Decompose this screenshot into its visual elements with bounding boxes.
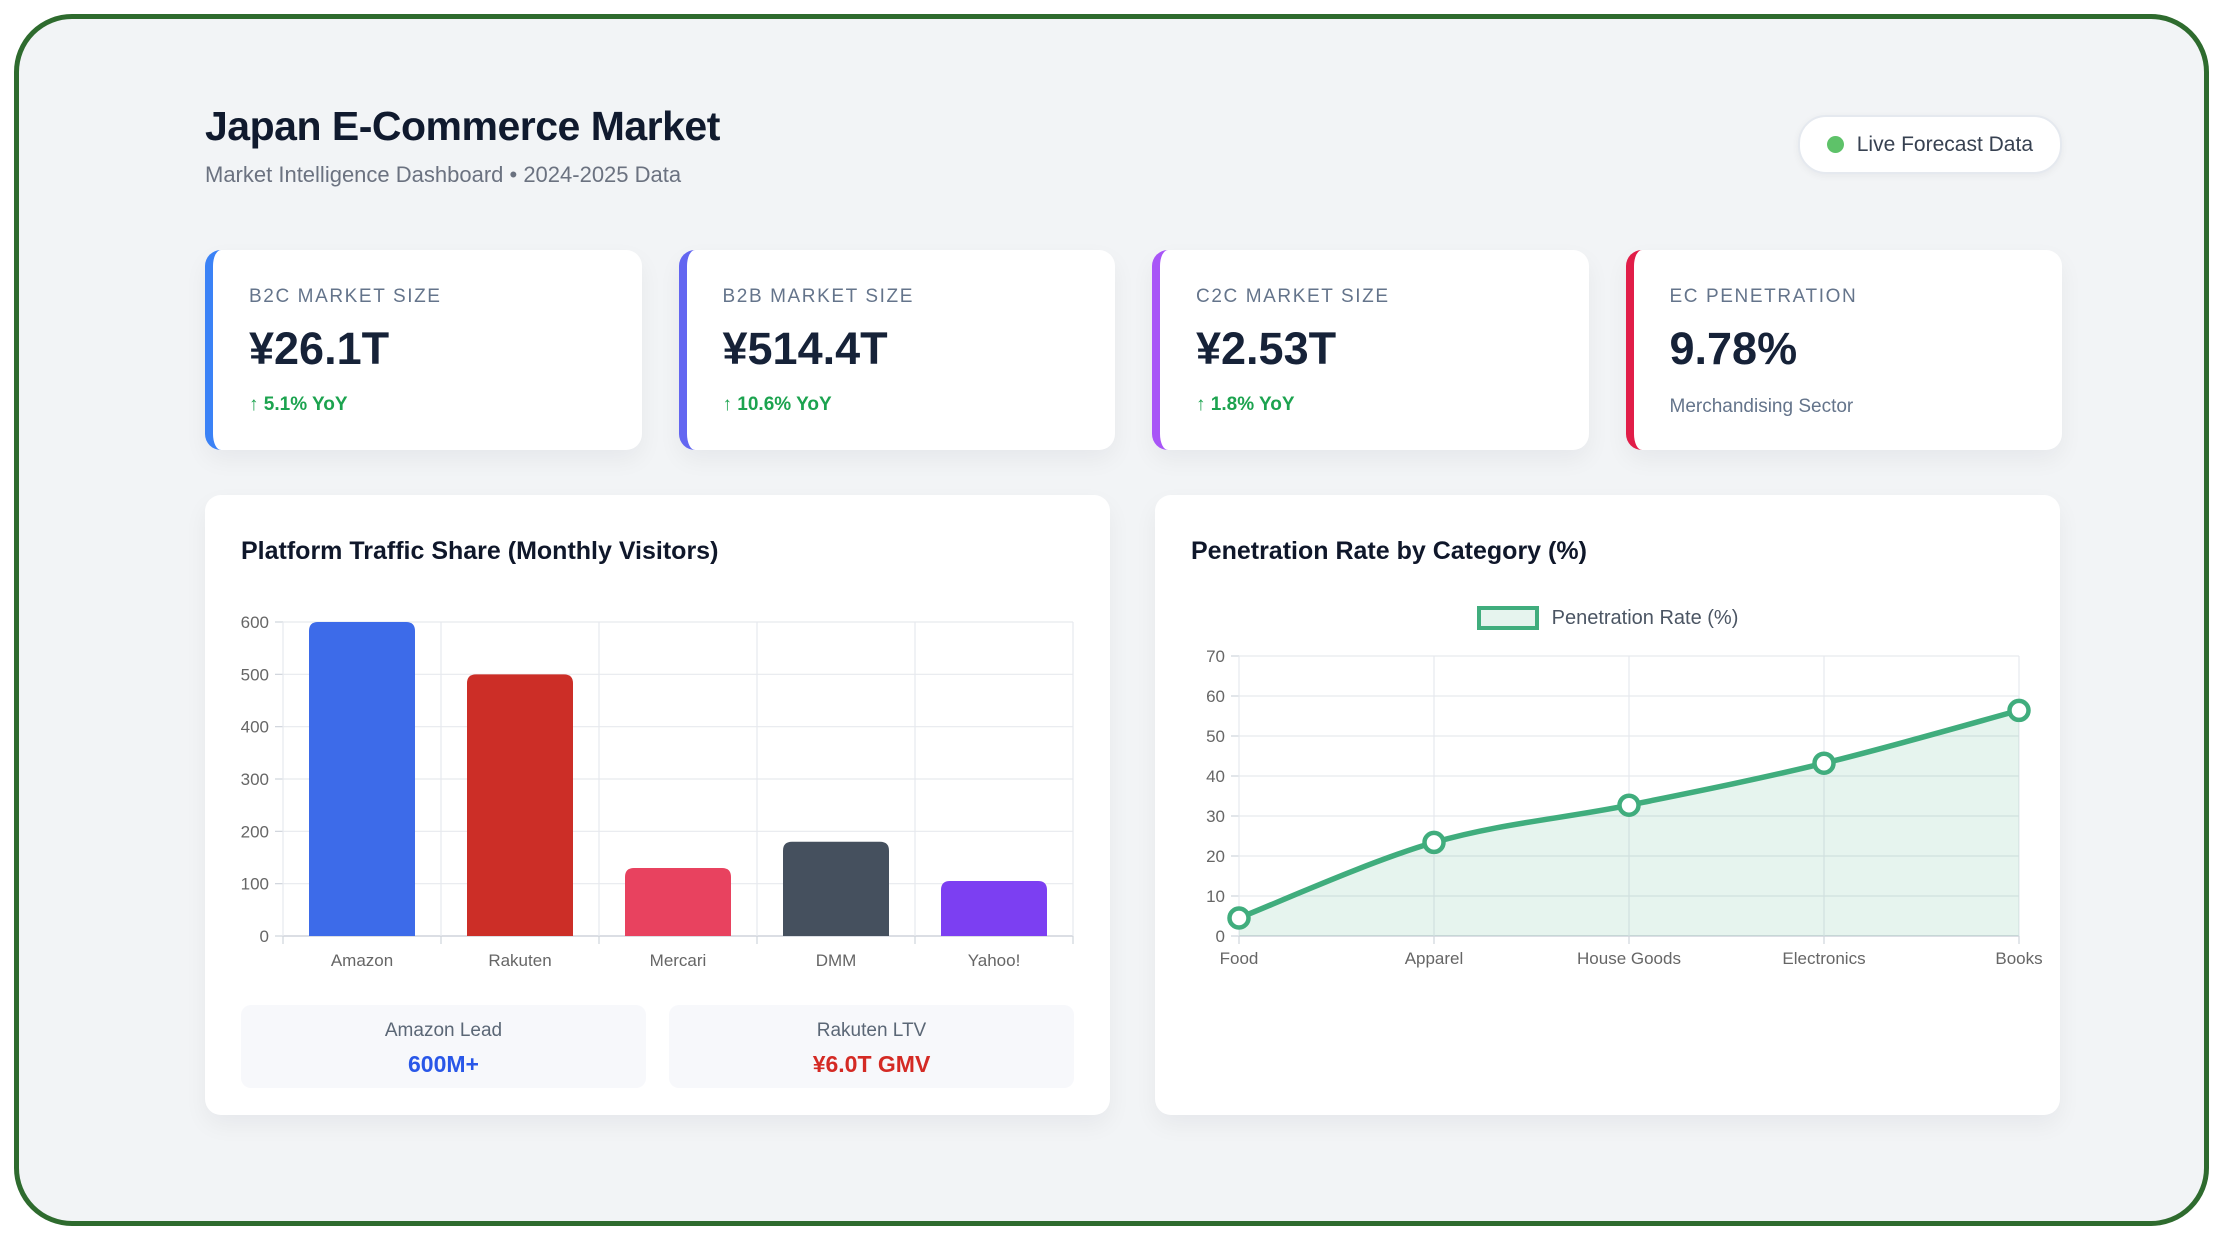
- x-category-label: Electronics: [1782, 949, 1865, 968]
- bar-yahoo[interactable]: [941, 881, 1047, 936]
- live-forecast-badge: Live Forecast Data: [1797, 115, 2062, 174]
- x-category-label: Yahoo!: [968, 951, 1021, 970]
- line-chart[interactable]: 0 10 20 30 40 50 60 70 Food Apparel House Goods Ele…: [1191, 638, 2043, 970]
- kpi-label: EC PENETRATION: [1669, 286, 1858, 307]
- x-category-label: Apparel: [1405, 949, 1464, 968]
- x-category-label: Food: [1220, 949, 1259, 968]
- y-tick-label: 20: [1206, 847, 1225, 866]
- y-tick-label: 400: [241, 718, 269, 737]
- kpi-value: 9.78%: [1669, 323, 1798, 374]
- y-tick-label: 40: [1206, 767, 1225, 786]
- x-category-label: Mercari: [650, 951, 707, 970]
- y-tick-label: 100: [241, 875, 269, 894]
- kpi-label: C2C MARKET SIZE: [1196, 286, 1390, 307]
- kpi-value: ¥2.53T: [1196, 323, 1337, 374]
- kpi-delta: ↑ 1.8% YoY: [1196, 394, 1295, 415]
- kpi-delta: ↑ 5.1% YoY: [249, 394, 348, 415]
- stat-value: ¥6.0T GMV: [812, 1051, 931, 1077]
- page-subtitle: Market Intelligence Dashboard • 2024-202…: [205, 162, 682, 187]
- legend-label: Penetration Rate (%): [1551, 606, 1739, 629]
- traffic-share-chart-card: Platform Traffic Share (Monthly Visitors…: [205, 495, 1110, 1115]
- data-point-books[interactable]: [2007, 698, 2031, 723]
- x-category-label: Books: [1995, 949, 2042, 968]
- kpi-label: B2B MARKET SIZE: [722, 286, 915, 307]
- kpi-card-c2c: C2C MARKET SIZE ¥2.53T ↑ 1.8% YoY: [1152, 250, 1589, 450]
- stat-amazon-lead: Amazon Lead 600M+: [241, 1005, 646, 1088]
- bar-amazon[interactable]: [309, 622, 415, 936]
- dashboard-frame: Japan E-Commerce Market Market Intellige…: [14, 14, 2209, 1226]
- data-point-housegoods[interactable]: [1617, 793, 1641, 817]
- y-tick-label: 50: [1206, 727, 1225, 746]
- page-title: Japan E-Commerce Market: [205, 103, 720, 149]
- stat-label: Amazon Lead: [384, 1020, 503, 1041]
- x-category-label: House Goods: [1577, 949, 1681, 968]
- charts-row: Platform Traffic Share (Monthly Visitors…: [205, 495, 2062, 1115]
- bar-rakuten[interactable]: [467, 674, 573, 936]
- header-titles: Japan E-Commerce Market Market Intellige…: [205, 103, 720, 188]
- kpi-label: B2C MARKET SIZE: [249, 286, 442, 307]
- data-point-food[interactable]: [1227, 906, 1251, 930]
- status-dot-icon: [1826, 136, 1844, 153]
- kpi-row: B2C MARKET SIZE ¥26.1T ↑ 5.1% YoY B2B MA…: [205, 250, 2062, 450]
- bar-chart-stats: Amazon Lead 600M+ Rakuten LTV ¥6.0T GMV: [241, 1005, 1074, 1088]
- kpi-card-b2c: B2C MARKET SIZE ¥26.1T ↑ 5.1% YoY: [205, 250, 642, 450]
- y-tick-label: 300: [241, 770, 269, 789]
- bar-mercari[interactable]: [625, 867, 731, 936]
- y-tick-label: 0: [1216, 927, 1225, 946]
- dashboard-content: Japan E-Commerce Market Market Intellige…: [19, 103, 2204, 1115]
- kpi-note: Merchandising Sector: [1669, 396, 1854, 417]
- y-tick-label: 200: [241, 822, 269, 841]
- y-tick-label: 0: [260, 927, 269, 946]
- x-category-label: DMM: [816, 951, 857, 970]
- y-tick-label: 60: [1206, 687, 1225, 706]
- stat-rakuten-ltv: Rakuten LTV ¥6.0T GMV: [669, 1005, 1074, 1088]
- legend-swatch-icon: [1476, 606, 1539, 630]
- y-tick-label: 30: [1206, 807, 1225, 826]
- kpi-card-ec-penetration: EC PENETRATION 9.78% Merchandising Secto…: [1625, 250, 2062, 450]
- bar-chart-title: Platform Traffic Share (Monthly Visitors…: [241, 537, 719, 565]
- bar-chart[interactable]: 0 100 200 300 400 500 600 Amazon Rakuten Mercari D…: [241, 584, 1074, 979]
- header: Japan E-Commerce Market Market Intellige…: [205, 103, 2062, 188]
- y-tick-label: 500: [241, 665, 269, 684]
- bar-dmm[interactable]: [783, 841, 889, 936]
- y-tick-label: 10: [1206, 887, 1225, 906]
- stat-value: 600M+: [408, 1051, 479, 1077]
- line-chart-title: Penetration Rate by Category (%): [1191, 537, 1587, 565]
- kpi-delta: ↑ 10.6% YoY: [722, 394, 832, 415]
- x-category-label: Rakuten: [488, 951, 551, 970]
- y-tick-label: 70: [1206, 647, 1225, 666]
- kpi-value: ¥26.1T: [249, 323, 390, 374]
- y-tick-label: 600: [241, 613, 269, 632]
- kpi-value: ¥514.4T: [722, 323, 888, 374]
- x-category-label: Amazon: [331, 951, 393, 970]
- data-point-electronics[interactable]: [1812, 751, 1836, 775]
- data-point-apparel[interactable]: [1422, 830, 1446, 855]
- penetration-rate-chart-card: Penetration Rate by Category (%) Penetra…: [1155, 495, 2060, 1115]
- stat-label: Rakuten LTV: [816, 1020, 927, 1041]
- line-chart-legend[interactable]: Penetration Rate (%): [1191, 606, 2024, 630]
- kpi-card-b2b: B2B MARKET SIZE ¥514.4T ↑ 10.6% YoY: [678, 250, 1115, 450]
- badge-label: Live Forecast Data: [1856, 132, 2033, 156]
